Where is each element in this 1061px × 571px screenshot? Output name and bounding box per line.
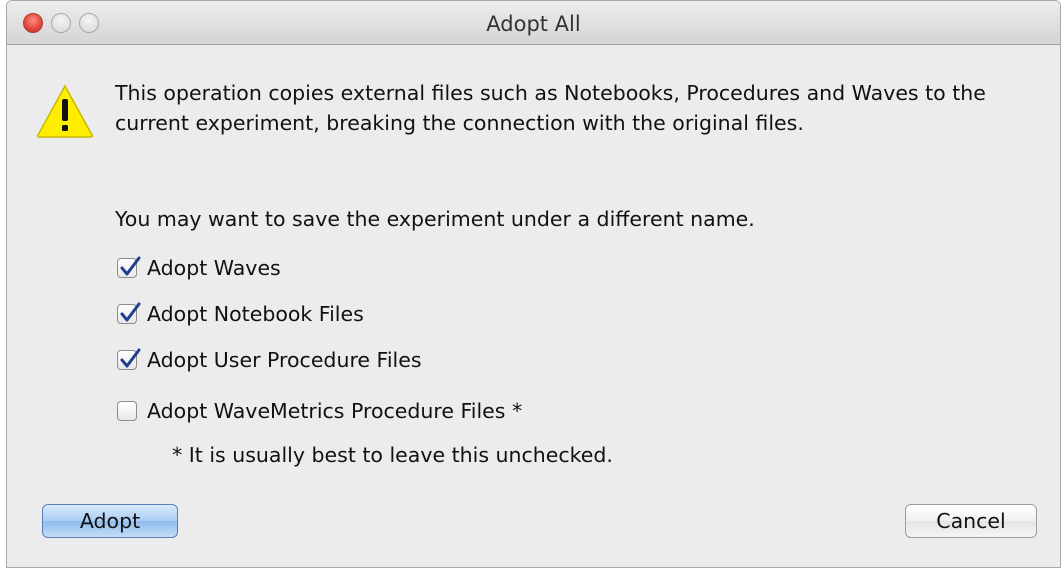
adopt-button[interactable]: Adopt [42,504,178,538]
adopt-wavemetrics-procedure-files-checkbox[interactable] [117,401,137,421]
warning-icon [36,84,94,138]
adopt-waves-option[interactable]: Adopt Waves [117,253,281,283]
window-title: Adopt All [486,12,581,36]
dialog-window: Adopt All This operation copies external… [6,0,1061,568]
adopt-wavemetrics-procedure-files-label: Adopt WaveMetrics Procedure Files * [147,399,523,423]
checkmark-icon [120,348,141,368]
adopt-notebook-files-label: Adopt Notebook Files [147,302,364,326]
footnote-text: * It is usually best to leave this unche… [172,443,613,467]
adopt-user-procedure-files-label: Adopt User Procedure Files [147,348,422,372]
cancel-button[interactable]: Cancel [905,504,1037,538]
checkmark-icon [120,256,141,276]
title-bar[interactable]: Adopt All [7,1,1060,45]
message-text: This operation copies external files suc… [115,81,986,135]
adopt-user-procedure-files-checkbox[interactable] [117,348,141,370]
adopt-notebook-files-checkbox[interactable] [117,302,141,324]
adopt-wavemetrics-procedure-files-option[interactable]: Adopt WaveMetrics Procedure Files * [117,396,522,426]
adopt-notebook-files-option[interactable]: Adopt Notebook Files [117,299,364,329]
adopt-waves-label: Adopt Waves [147,256,281,280]
adopt-waves-checkbox[interactable] [117,256,141,278]
adopt-user-procedure-files-option[interactable]: Adopt User Procedure Files [117,345,422,375]
save-note-text: You may want to save the experiment unde… [115,207,755,231]
checkmark-icon [120,302,141,322]
